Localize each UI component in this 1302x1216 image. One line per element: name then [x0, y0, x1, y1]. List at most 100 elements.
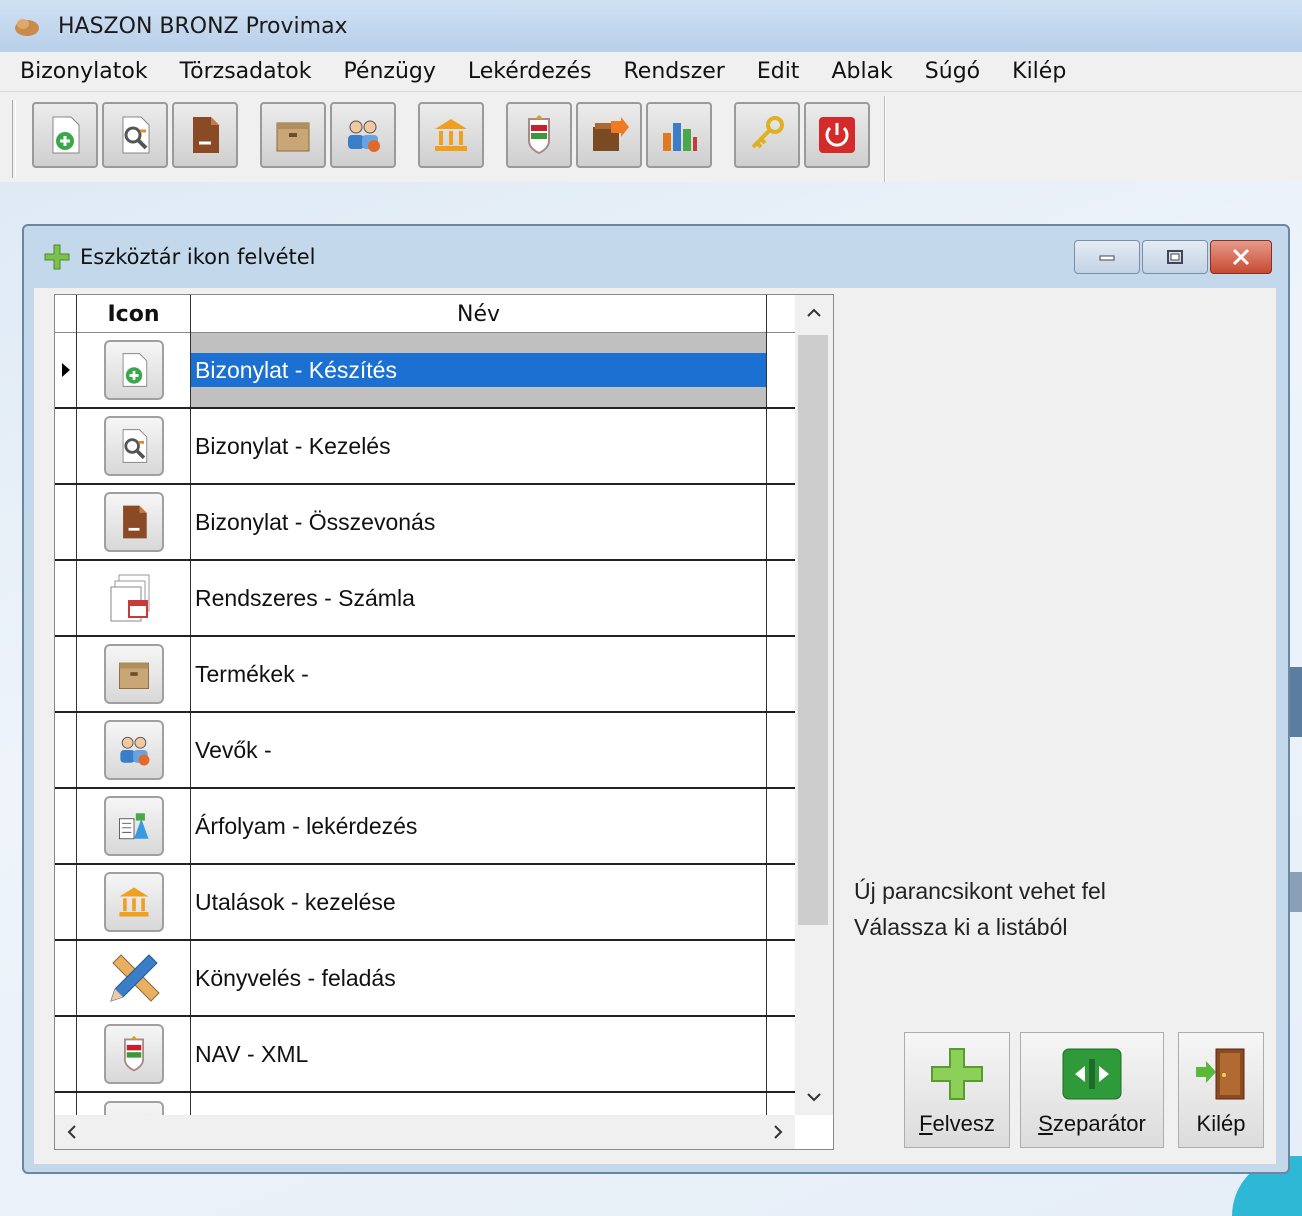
toolbar [0, 92, 1302, 182]
table-row[interactable]: Bizonylat - Készítés [55, 333, 795, 409]
table-row[interactable]: Utalások - kezelése [55, 865, 795, 941]
chevron-down-icon [807, 1093, 821, 1102]
plus-icon [42, 242, 72, 272]
add-button[interactable]: Felvesz [904, 1032, 1010, 1148]
background-decoration [1288, 667, 1302, 737]
app-titlebar: HASZON BRONZ Provimax [0, 0, 1302, 52]
toolbar-products-button[interactable] [260, 102, 326, 168]
table-row[interactable]: Bizonylat - Összevonás [55, 485, 795, 561]
maximize-button[interactable] [1142, 240, 1208, 274]
toolbar-export-button[interactable] [576, 102, 642, 168]
table-row[interactable]: Árfolyam - lekérdezés [55, 789, 795, 865]
name-cell: Bizonylat - Kezelés [191, 409, 767, 483]
icon-list-grid[interactable]: Icon Név Bizonylat - Készítés Bizonylat … [54, 294, 834, 1150]
power-icon [819, 117, 855, 153]
toolbar-end-separator [884, 96, 886, 182]
name-cell: NAV - XML [191, 1017, 767, 1091]
nav-xml-icon [528, 115, 550, 155]
menu-lekerdezes[interactable]: Lekérdezés [448, 59, 604, 84]
icon-cell [77, 637, 191, 711]
grid-header: Icon Név [55, 295, 795, 333]
row-indicator [55, 637, 77, 711]
menu-ablak[interactable]: Ablak [811, 59, 904, 84]
customers-icon [348, 120, 380, 152]
table-row[interactable]: Könyvelés - feladás [55, 941, 795, 1017]
toolbar-customers-button[interactable] [330, 102, 396, 168]
icon-cell [77, 713, 191, 787]
maximize-icon [1167, 250, 1183, 264]
close-button[interactable] [1210, 240, 1272, 274]
menu-sugo[interactable]: Súgó [905, 59, 992, 84]
toolbar-doc-add-button[interactable] [32, 102, 98, 168]
chart-icon [663, 123, 697, 151]
menu-kilep[interactable]: Kilép [992, 59, 1078, 84]
table-row[interactable]: Rendszeres - Számla [55, 561, 795, 637]
chevron-up-icon [807, 308, 821, 317]
hint-line-2: Válassza ki a listából [854, 914, 1068, 940]
icon-cell [77, 789, 191, 863]
menu-bizonylatok[interactable]: Bizonylatok [0, 59, 160, 84]
scroll-left-button[interactable] [55, 1115, 89, 1149]
menu-bar: Bizonylatok Törzsadatok Pénzügy Lekérdez… [0, 52, 1302, 92]
row-indicator [55, 1017, 77, 1091]
toolbar-grip[interactable] [12, 100, 16, 178]
row-indicator [55, 485, 77, 559]
name-cell: Bizonylat - Készítés [191, 333, 767, 407]
separator-button[interactable]: Szeparátor [1020, 1032, 1164, 1148]
vertical-scrollbar[interactable] [795, 295, 833, 1115]
app-title: HASZON BRONZ Provimax [58, 13, 348, 39]
row-indicator-header [55, 295, 77, 333]
doc-search-icon [122, 429, 147, 463]
toolbar-stats-button[interactable] [646, 102, 712, 168]
minimize-button[interactable] [1074, 240, 1140, 274]
scroll-down-button[interactable] [795, 1079, 833, 1115]
row-indicator [55, 941, 77, 1015]
doc-add-icon [52, 116, 80, 154]
table-row[interactable] [55, 1093, 795, 1115]
scroll-right-button[interactable] [761, 1115, 795, 1149]
doc-merge-icon [193, 117, 219, 153]
toolbar-doc-merge-button[interactable] [172, 102, 238, 168]
exit-button[interactable]: Kilép [1178, 1032, 1264, 1148]
toolbar-icon-add-window: Eszköztár ikon felvétel Icon Név Bizonyl… [22, 224, 1290, 1174]
menu-edit[interactable]: Edit [737, 59, 812, 84]
name-cell: Termékek - [191, 637, 767, 711]
toolbar-key-button[interactable] [734, 102, 800, 168]
menu-torzsadatok[interactable]: Törzsadatok [160, 59, 324, 84]
table-row[interactable]: Bizonylat - Kezelés [55, 409, 795, 485]
column-header-name[interactable]: Név [191, 295, 767, 333]
menu-penzugy[interactable]: Pénzügy [323, 59, 447, 84]
menu-rendszer[interactable]: Rendszer [603, 59, 736, 84]
row-indicator [55, 1093, 77, 1115]
scroll-thumb[interactable] [798, 335, 828, 925]
row-indicator [55, 713, 77, 787]
current-row-arrow-icon [61, 363, 70, 377]
name-cell: Bizonylat - Összevonás [191, 485, 767, 559]
minimize-icon [1099, 255, 1115, 261]
toolbar-power-button[interactable] [804, 102, 870, 168]
window-client-area: Icon Név Bizonylat - Készítés Bizonylat … [34, 288, 1276, 1164]
close-icon [1232, 248, 1250, 266]
doc-merge-icon [122, 505, 147, 539]
toolbar-nav-xml-button[interactable] [506, 102, 572, 168]
column-header-icon[interactable]: Icon [77, 295, 191, 333]
bank-icon [435, 119, 467, 151]
name-cell: Rendszeres - Számla [191, 561, 767, 635]
exit-button-label: Kilép [1196, 1111, 1246, 1136]
horizontal-scrollbar[interactable] [55, 1115, 795, 1149]
row-indicator [55, 333, 77, 407]
toolbar-transfers-button[interactable] [418, 102, 484, 168]
row-indicator [55, 789, 77, 863]
name-cell: Könyvelés - feladás [191, 941, 767, 1015]
window-titlebar[interactable]: Eszköztár ikon felvétel [24, 226, 1288, 288]
background-decoration [1288, 872, 1302, 912]
bank-icon [118, 887, 149, 917]
exchange-rate-icon [118, 813, 149, 840]
table-row[interactable]: Termékek - [55, 637, 795, 713]
icon-cell [77, 485, 191, 559]
table-row[interactable]: Vevők - [55, 713, 795, 789]
scroll-up-button[interactable] [795, 295, 833, 331]
table-row[interactable]: NAV - XML [55, 1017, 795, 1093]
icon-cell [77, 1093, 191, 1115]
toolbar-doc-search-button[interactable] [102, 102, 168, 168]
